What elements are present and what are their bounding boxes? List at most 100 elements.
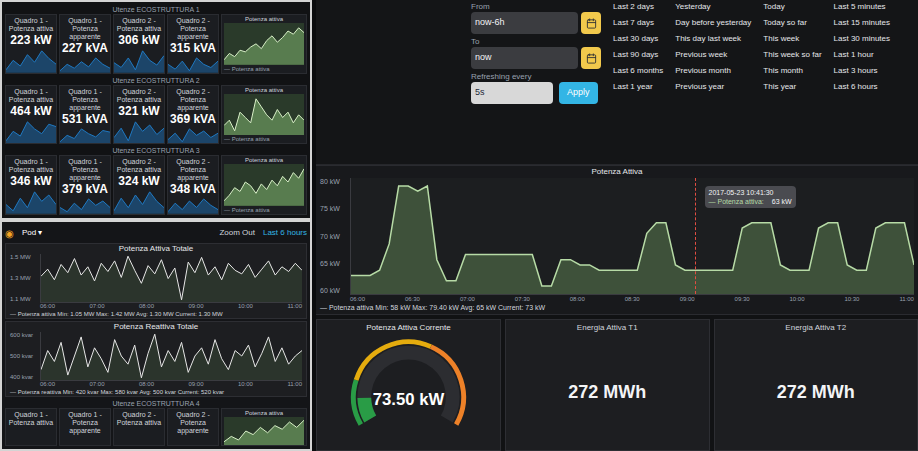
y-tick: 500 kvar [10,353,40,360]
series-line [60,129,110,142]
time-input[interactable]: now [471,47,578,69]
grafana-logo[interactable]: ◉ [5,226,14,241]
quick-range-item[interactable]: Previous year [675,82,751,92]
quick-range-column: Last 2 days Last 7 days Last 30 days Last 9… [613,2,663,164]
stat-tile: Quadro 1 - Potenza apparente379 kVA [59,155,111,215]
detail-strip: Utenze ECOSTRUTTURA 4Quadro 1 - Potenza … [5,399,307,446]
calendar-button[interactable] [581,47,601,69]
quick-range-item[interactable]: Previous week [675,50,751,60]
series-line [6,51,56,70]
series-area [224,98,304,135]
chart-plot [40,332,302,381]
stat-tile: Quadro 2 - Potenza attiva321 kW [113,85,165,145]
calendar-button[interactable] [581,12,601,34]
tooltip-time: 2017-05-23 10:41:30 [709,188,792,197]
quick-range-item[interactable]: Day before yesterday [675,18,751,28]
y-tick: 65 kW [320,260,350,268]
series-line [224,420,304,442]
sparkline-chart [60,197,110,214]
quick-range-item[interactable]: This week [763,34,821,44]
stat-label: Quadro 1 - Potenza apparente [60,409,110,435]
chart-plot[interactable]: 2017-05-23 10:41:30— Potenza attiva:63 k… [350,178,914,295]
x-tick: 06:00 [40,303,55,310]
row-title: Utenze ECOSTRUTTURA 4 [5,399,307,408]
refresh-field: Refreshing every5s Apply [471,72,601,104]
quick-range-item[interactable]: Last 15 minutes [834,18,890,28]
quick-range-item[interactable]: Last 30 days [613,34,663,44]
sparkline [168,197,218,214]
dashboard-header: ◉ Pod ▾ Zoom Out Last 6 hours [5,225,307,241]
quick-range-item[interactable]: This week so far [763,50,821,60]
field-label: Refreshing every [471,72,601,82]
series-line [41,256,302,300]
series-line [114,51,164,70]
quick-range-item[interactable]: Today so far [763,18,821,28]
stat-value: 348 kVA [168,182,218,197]
stat-panel: Energia Attiva T2272 MWh [714,319,918,451]
sparkline [6,48,56,73]
series-area [60,129,110,144]
refresh-select[interactable]: 5s [471,82,553,104]
quick-range-item[interactable]: Last 3 hours [834,66,890,76]
chart-legend: — Potenza attiva Min: 1.05 MW Max: 1.42 … [10,310,302,318]
series-line [6,122,56,141]
stat-tile: Quadro 2 - Potenza apparente315 kVA [167,14,219,74]
sparkline [168,127,218,144]
quick-range-item[interactable]: Last 90 days [613,50,663,60]
quick-range-item[interactable]: Last 6 hours [834,82,890,92]
zoom-out-button[interactable]: Zoom Out [219,227,255,239]
quick-range-item[interactable]: Last 7 days [613,18,663,28]
stat-value: 306 kW [114,33,164,48]
y-tick: 600 kvar [10,332,40,339]
quick-range-item[interactable]: Last 6 months [613,66,663,76]
quick-range-item[interactable]: Last 1 hour [834,50,890,60]
series-area [41,256,302,302]
quick-range-item[interactable]: Last 1 year [613,82,663,92]
time-range-button[interactable]: Last 6 hours [263,227,307,239]
quick-range-item[interactable]: Yesterday [675,2,751,12]
stat-tile: Quadro 1 - Potenza attiva [5,408,57,446]
mini-chart [224,94,304,136]
quick-range-item[interactable]: Last 5 minutes [834,2,890,12]
series-line [351,186,914,286]
stat-value: 346 kW [6,174,56,189]
sparkline [168,56,218,73]
mini-chart-series [224,94,304,136]
sparkline-chart [114,119,164,144]
stat-label: Quadro 1 - Potenza attiva [6,156,56,174]
field-label: To [471,37,601,47]
quick-range-item[interactable]: Today [763,2,821,12]
overview-row: Utenze ECOSTRUTTURA 2Quadro 1 - Potenza … [5,76,307,145]
quick-range-item[interactable]: Last 30 minutes [834,34,890,44]
quick-range-item[interactable]: Previous month [675,66,751,76]
stat-tile: Quadro 2 - Potenza attiva306 kW [113,14,165,74]
left-column: Utenze ECOSTRUTTURA 1Quadro 1 - Potenza … [0,0,312,451]
mini-chart-panel: Potenza attiva— Potenza attiva [221,14,307,74]
x-tick: 08:00 [139,303,154,310]
x-tick: 06:30 [405,295,420,303]
quick-range-item[interactable]: This year [763,82,821,92]
quick-range-item[interactable]: Last 2 days [613,2,663,12]
dashboard-picker[interactable]: Pod ▾ [22,227,42,239]
time-input[interactable]: now-6h [471,12,578,34]
detail-panel: ◉Pod ▾Zoom OutLast 6 hoursPotenza Attiva… [0,220,312,451]
stat-panel: Energia Attiva T1272 MWh [505,319,710,451]
stat-tile: Quadro 1 - Potenza apparente [59,408,111,446]
gauge-chart: 73.50 kW [317,334,500,450]
chart-title: Potenza Reattiva Totale [10,322,302,332]
quick-range-item[interactable]: This month [763,66,821,76]
row-title: Utenze ECOSTRUTTURA 3 [5,146,307,155]
sparkline-chart [168,127,218,144]
calendar-icon [586,53,597,64]
stat-tile: Quadro 2 - Potenza apparente348 kVA [167,155,219,215]
stat-tile: Quadro 1 - Potenza apparente531 kVA [59,85,111,145]
sparkline [114,119,164,144]
stat-label: Quadro 1 - Potenza apparente [60,15,110,41]
x-tick: 07:00 [460,295,475,303]
panel-title: Energia Attiva T2 [715,320,918,334]
panel-title: Potenza Attiva Corrente [317,320,500,334]
quick-range-item[interactable]: This day last week [675,34,751,44]
row-title: Utenze ECOSTRUTTURA 2 [5,76,307,85]
apply-button[interactable]: Apply [559,82,598,104]
series-area [6,51,56,73]
